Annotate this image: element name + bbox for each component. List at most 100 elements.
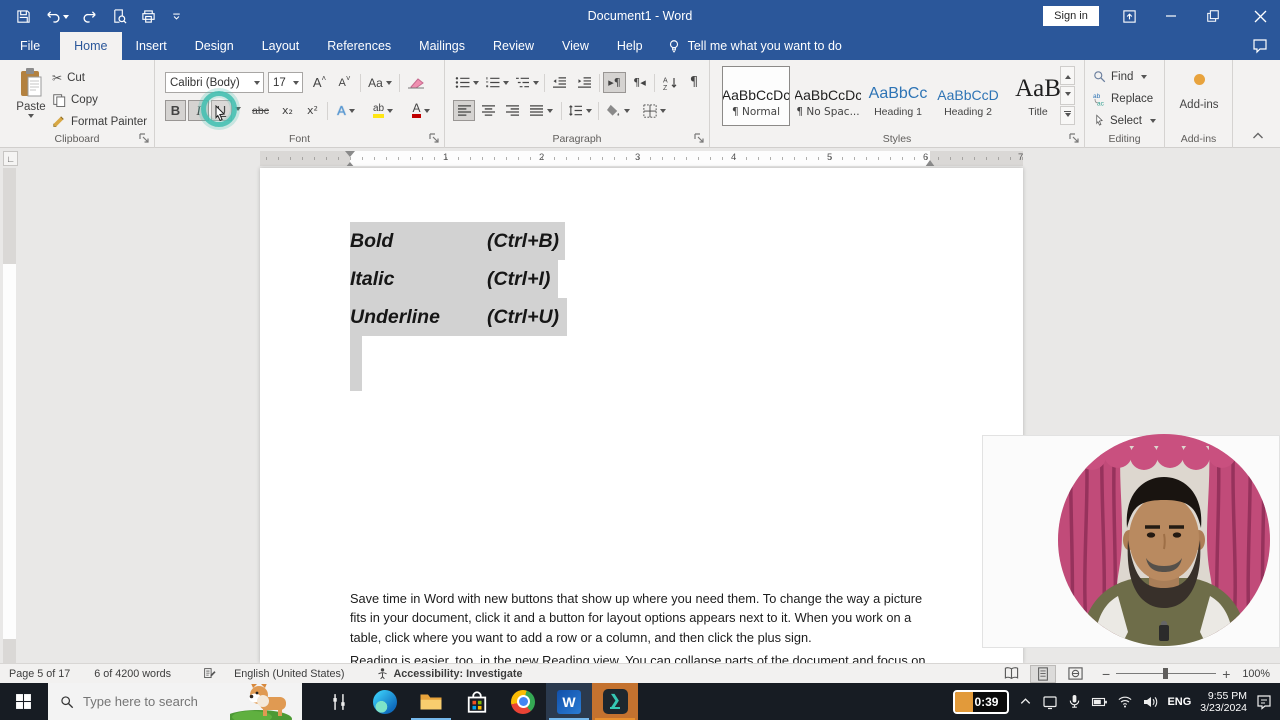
save-icon[interactable] (16, 9, 31, 24)
vertical-ruler[interactable] (3, 168, 16, 663)
subscript-button[interactable]: x₂ (276, 100, 299, 121)
selected-empty-paragraph[interactable] (350, 336, 362, 391)
feedback-button[interactable] (1252, 38, 1268, 54)
style-no-spacing[interactable]: AaBbCcDc ¶ No Spac... (794, 66, 862, 126)
zoom-slider[interactable] (1116, 668, 1217, 679)
print-layout-button[interactable] (1030, 664, 1056, 683)
paragraph-dialog-launcher[interactable] (694, 133, 705, 144)
strikethrough-button[interactable]: abc (247, 100, 274, 121)
accessibility-status[interactable]: Accessibility: Investigate (367, 664, 531, 683)
tab-design[interactable]: Design (181, 32, 248, 60)
wifi-icon[interactable] (1117, 694, 1133, 709)
paste-button[interactable]: Paste (12, 68, 50, 121)
styles-scroll-down[interactable] (1060, 86, 1075, 105)
hidden-icons-chevron[interactable] (1018, 694, 1033, 709)
bullets-button[interactable] (453, 72, 481, 93)
input-language[interactable]: ENG (1167, 696, 1191, 708)
battery-icon[interactable] (1091, 694, 1108, 710)
decrease-indent-button[interactable] (548, 72, 571, 93)
selected-line-underline[interactable]: Underline (Ctrl+U) (350, 298, 567, 336)
action-center-icon[interactable] (1256, 694, 1272, 710)
tab-view[interactable]: View (548, 32, 603, 60)
taskbar-search[interactable] (48, 683, 302, 720)
tab-insert[interactable]: Insert (122, 32, 181, 60)
shading-button[interactable] (602, 100, 634, 121)
tab-layout[interactable]: Layout (248, 32, 314, 60)
selected-line-italic[interactable]: Italic (Ctrl+I) (350, 260, 558, 298)
clear-formatting-button[interactable] (403, 72, 429, 93)
word-taskbar-button[interactable]: W (546, 683, 592, 720)
tab-help[interactable]: Help (603, 32, 657, 60)
language-indicator[interactable]: English (United States) (225, 664, 353, 683)
zoom-out-button[interactable]: − (1102, 666, 1110, 682)
addins-button[interactable]: Add-ins (1173, 74, 1225, 111)
zoom-in-button[interactable]: + (1222, 666, 1230, 682)
ltr-direction-button[interactable]: ▸¶ (603, 72, 626, 93)
replace-button[interactable]: ab ac Replace (1093, 92, 1153, 106)
clipboard-dialog-launcher[interactable] (139, 133, 150, 144)
proofing-status[interactable] (194, 664, 225, 683)
taskbar-clock[interactable]: 9:55 PM 3/23/2024 (1200, 690, 1247, 714)
change-case-button[interactable]: Aa (364, 72, 396, 93)
align-center-button[interactable] (477, 100, 499, 121)
search-input[interactable] (83, 694, 233, 709)
task-view-button[interactable] (316, 683, 362, 720)
recorder-button[interactable]: ❯ (592, 683, 638, 720)
style-heading2[interactable]: AaBbCcD Heading 2 (934, 66, 1002, 126)
font-family-combo[interactable]: Calibri (Body) (165, 72, 264, 93)
hanging-indent-marker[interactable] (345, 157, 355, 166)
styles-scroll-up[interactable] (1060, 66, 1075, 85)
zoom-slider-thumb[interactable] (1163, 668, 1169, 679)
styles-gallery-more[interactable] (1060, 106, 1075, 125)
superscript-button[interactable]: x² (301, 100, 324, 121)
line-spacing-button[interactable] (565, 100, 595, 121)
highlight-button[interactable]: ab (367, 100, 399, 121)
selected-line-bold[interactable]: Bold (Ctrl+B) (350, 222, 565, 260)
tab-mailings[interactable]: Mailings (405, 32, 479, 60)
shrink-font-button[interactable]: A ˅ (333, 72, 356, 93)
multilevel-list-button[interactable] (513, 72, 541, 93)
redo-icon[interactable] (83, 9, 98, 24)
copy-button[interactable]: Copy (52, 93, 98, 107)
select-button[interactable]: Select (1093, 114, 1156, 127)
right-indent-marker[interactable] (925, 155, 935, 166)
quick-print-icon[interactable] (141, 9, 156, 24)
body-paragraph[interactable]: Save time in Word with new buttons that … (350, 589, 928, 647)
page-indicator[interactable]: Page 5 of 17 (0, 664, 79, 683)
horizontal-ruler[interactable]: 1 2 3 4 5 6 7 (260, 151, 1023, 166)
undo-button[interactable] (45, 9, 69, 24)
print-preview-icon[interactable] (112, 9, 127, 24)
justify-button[interactable] (525, 100, 557, 121)
zoom-level[interactable]: 100% (1242, 668, 1270, 680)
text-effects-button[interactable]: A (331, 100, 361, 121)
tab-selector[interactable]: ∟ (3, 151, 18, 166)
chrome-button[interactable] (500, 683, 546, 720)
borders-button[interactable] (638, 100, 670, 121)
store-button[interactable] (454, 683, 500, 720)
close-button[interactable] (1243, 0, 1277, 32)
ribbon-display-options-button[interactable] (1112, 0, 1146, 32)
read-mode-button[interactable] (998, 665, 1024, 683)
font-size-combo[interactable]: 17 (268, 72, 303, 93)
tab-review[interactable]: Review (479, 32, 548, 60)
edge-button[interactable] (362, 683, 408, 720)
increase-indent-button[interactable] (573, 72, 596, 93)
style-heading1[interactable]: AaBbCc Heading 1 (864, 66, 932, 126)
tab-references[interactable]: References (313, 32, 405, 60)
cut-button[interactable]: ✂ Cut (52, 71, 85, 85)
show-formatting-button[interactable]: ¶ (684, 72, 704, 93)
numbering-button[interactable] (483, 72, 511, 93)
sort-button[interactable]: AZ (658, 72, 682, 93)
customize-qat-icon[interactable] (170, 10, 183, 23)
collapse-ribbon-button[interactable] (1250, 128, 1266, 144)
tab-home[interactable]: Home (60, 32, 122, 60)
volume-icon[interactable] (1142, 694, 1158, 710)
style-normal[interactable]: AaBbCcDc ¶ Normal (722, 66, 790, 126)
tab-file[interactable]: File (0, 32, 60, 60)
sign-in-button[interactable]: Sign in (1043, 6, 1099, 26)
align-left-button[interactable] (453, 100, 475, 121)
word-count[interactable]: 6 of 4200 words (85, 664, 180, 683)
start-button[interactable] (0, 683, 46, 720)
font-dialog-launcher[interactable] (429, 133, 440, 144)
find-button[interactable]: Find (1093, 70, 1148, 83)
